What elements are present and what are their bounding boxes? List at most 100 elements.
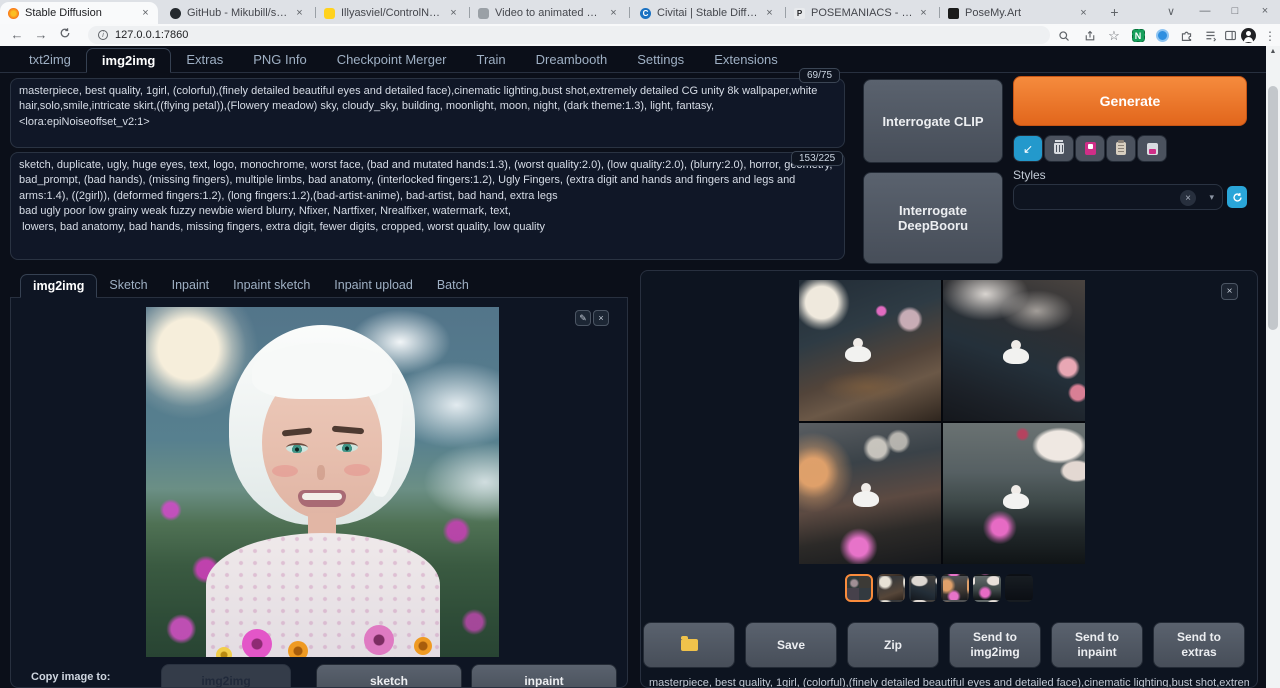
tab-checkpoint-merger[interactable]: Checkpoint Merger — [322, 48, 462, 73]
interrogate-deepbooru-button[interactable]: Interrogate DeepBooru — [863, 172, 1003, 264]
extensions-puzzle-icon[interactable] — [1178, 28, 1194, 43]
scrollbar-thumb[interactable] — [1268, 86, 1278, 330]
tab-close-icon[interactable]: × — [447, 7, 460, 19]
send-to-extras-button[interactable]: Send to extras — [1153, 622, 1245, 668]
browser-tab-posemaniacs[interactable]: P POSEMANIACS - Royalty free 3 × — [786, 2, 936, 24]
window-close-button[interactable]: × — [1256, 2, 1274, 20]
scrollbar-up-icon[interactable]: ▲ — [1266, 48, 1280, 55]
chevron-down-icon[interactable]: ▾ — [1209, 192, 1214, 203]
posemaniacs-favicon: P — [794, 8, 805, 19]
browser-tab-stable-diffusion[interactable]: Stable Diffusion × — [0, 2, 158, 24]
mode-tab-sketch[interactable]: Sketch — [97, 274, 159, 298]
forward-icon[interactable]: → — [32, 27, 50, 43]
tab-train[interactable]: Train — [462, 48, 521, 73]
mode-tab-inpaint-upload[interactable]: Inpaint upload — [322, 274, 425, 298]
thumbnail-2[interactable] — [877, 574, 905, 602]
grid-image-3[interactable] — [799, 423, 941, 564]
share-icon[interactable] — [1082, 28, 1098, 43]
clear-styles-icon[interactable]: × — [1180, 190, 1196, 206]
tab-search-icon[interactable]: ∨ — [1162, 2, 1180, 20]
huggingface-favicon — [324, 8, 335, 19]
grid-image-2[interactable] — [943, 280, 1085, 421]
bookmark-star-icon[interactable]: ☆ — [1106, 28, 1122, 43]
gallery-selected-image-grid[interactable] — [799, 280, 1085, 564]
tab-close-icon[interactable]: × — [763, 7, 776, 19]
folder-icon — [681, 639, 698, 651]
interrogate-clip-button[interactable]: Interrogate CLIP — [863, 79, 1003, 163]
tab-close-icon[interactable]: × — [1077, 7, 1090, 19]
thumbnail-4[interactable] — [941, 574, 969, 602]
tab-extras[interactable]: Extras — [171, 48, 238, 73]
thumbnail-5[interactable] — [973, 574, 1001, 602]
address-bar[interactable]: i 127.0.0.1:7860 — [88, 26, 1050, 44]
thumbnail-6[interactable] — [1005, 574, 1033, 602]
grid-image-4[interactable] — [943, 423, 1085, 564]
mode-tab-inpaint-sketch[interactable]: Inpaint sketch — [221, 274, 322, 298]
reload-icon[interactable] — [56, 27, 74, 43]
zoom-icon[interactable] — [1056, 28, 1072, 43]
side-panel-icon[interactable] — [1222, 28, 1238, 43]
thumbnail-1[interactable] — [845, 574, 873, 602]
source-image-portrait[interactable] — [146, 307, 499, 657]
refresh-styles-button[interactable] — [1227, 186, 1247, 208]
save-style-button[interactable] — [1137, 135, 1167, 162]
send-to-img2img-button[interactable]: Send to img2img — [949, 622, 1041, 668]
prompt-input[interactable]: masterpiece, best quality, 1girl, (color… — [10, 78, 845, 148]
edit-image-icon[interactable]: ✎ — [575, 310, 591, 326]
apply-styles-button[interactable] — [1106, 135, 1136, 162]
copy-to-sketch-button[interactable]: sketch — [316, 664, 462, 688]
mode-tab-img2img[interactable]: img2img — [20, 274, 97, 298]
flower — [242, 629, 272, 657]
extra-networks-button[interactable] — [1075, 135, 1105, 162]
open-folder-button[interactable] — [643, 622, 735, 668]
tab-title: POSEMANIACS - Royalty free 3 — [811, 7, 913, 19]
url-text[interactable]: 127.0.0.1:7860 — [115, 29, 188, 41]
reading-list-icon[interactable] — [1202, 28, 1218, 43]
window-maximize-button[interactable]: □ — [1226, 2, 1244, 20]
back-icon[interactable]: ← — [8, 27, 26, 43]
tab-divider — [629, 7, 630, 18]
thumbnail-3[interactable] — [909, 574, 937, 602]
browser-tab-gif-converter[interactable]: Video to animated GIF converter × — [470, 2, 626, 24]
flower — [288, 641, 308, 657]
tab-close-icon[interactable]: × — [917, 7, 930, 19]
mode-tab-inpaint[interactable]: Inpaint — [160, 274, 222, 298]
profile-avatar[interactable] — [1240, 28, 1256, 43]
copy-to-inpaint-button[interactable]: inpaint — [471, 664, 617, 688]
extension-n-icon[interactable]: N — [1130, 28, 1146, 43]
new-tab-button[interactable]: + — [1106, 4, 1123, 21]
grid-image-1[interactable] — [799, 280, 941, 421]
tab-settings[interactable]: Settings — [622, 48, 699, 73]
paste-params-button[interactable]: ↙ — [1013, 135, 1043, 162]
gallery-thumbnails — [845, 574, 1033, 602]
tab-close-icon[interactable]: × — [139, 7, 152, 19]
save-button[interactable]: Save — [745, 622, 837, 668]
generate-button[interactable]: Generate — [1013, 76, 1247, 126]
tab-png-info[interactable]: PNG Info — [238, 48, 321, 73]
clear-prompt-button[interactable] — [1044, 135, 1074, 162]
gallery-close-icon[interactable]: × — [1221, 283, 1238, 300]
send-to-inpaint-button[interactable]: Send to inpaint — [1051, 622, 1143, 668]
extension-blue-icon[interactable] — [1154, 28, 1170, 43]
img2img-source-image-area[interactable]: ✎ × Copy image to: img2img sketch inpain… — [10, 298, 628, 688]
zip-button[interactable]: Zip — [847, 622, 939, 668]
tab-close-icon[interactable]: × — [293, 7, 306, 19]
mode-tab-batch[interactable]: Batch — [425, 274, 481, 298]
styles-dropdown[interactable]: × ▾ — [1013, 184, 1223, 210]
tab-extensions[interactable]: Extensions — [699, 48, 793, 73]
tab-dreambooth[interactable]: Dreambooth — [521, 48, 623, 73]
browser-tab-civitai[interactable]: C Civitai | Stable Diffusion model × — [632, 2, 782, 24]
tab-close-icon[interactable]: × — [607, 7, 620, 19]
browser-menu-kebab-icon[interactable]: ⋮ — [1262, 28, 1278, 43]
tab-img2img[interactable]: img2img — [86, 48, 171, 73]
window-minimize-button[interactable]: — — [1196, 2, 1214, 20]
browser-tab-controlnet[interactable]: Illyasviel/ControlNet at main × — [316, 2, 466, 24]
remove-image-icon[interactable]: × — [593, 310, 609, 326]
img2img-mode-tabs: img2img Sketch Inpaint Inpaint sketch In… — [20, 274, 481, 298]
page-scrollbar[interactable]: ▲ — [1266, 46, 1280, 688]
negative-prompt-input[interactable]: sketch, duplicate, ugly, huge eyes, text… — [10, 152, 845, 260]
tab-txt2img[interactable]: txt2img — [14, 48, 86, 73]
browser-tab-posemyart[interactable]: PoseMy.Art × — [940, 2, 1096, 24]
site-info-icon[interactable]: i — [98, 30, 108, 40]
browser-tab-github[interactable]: GitHub - Mikubill/sd-webui-con × — [162, 2, 312, 24]
